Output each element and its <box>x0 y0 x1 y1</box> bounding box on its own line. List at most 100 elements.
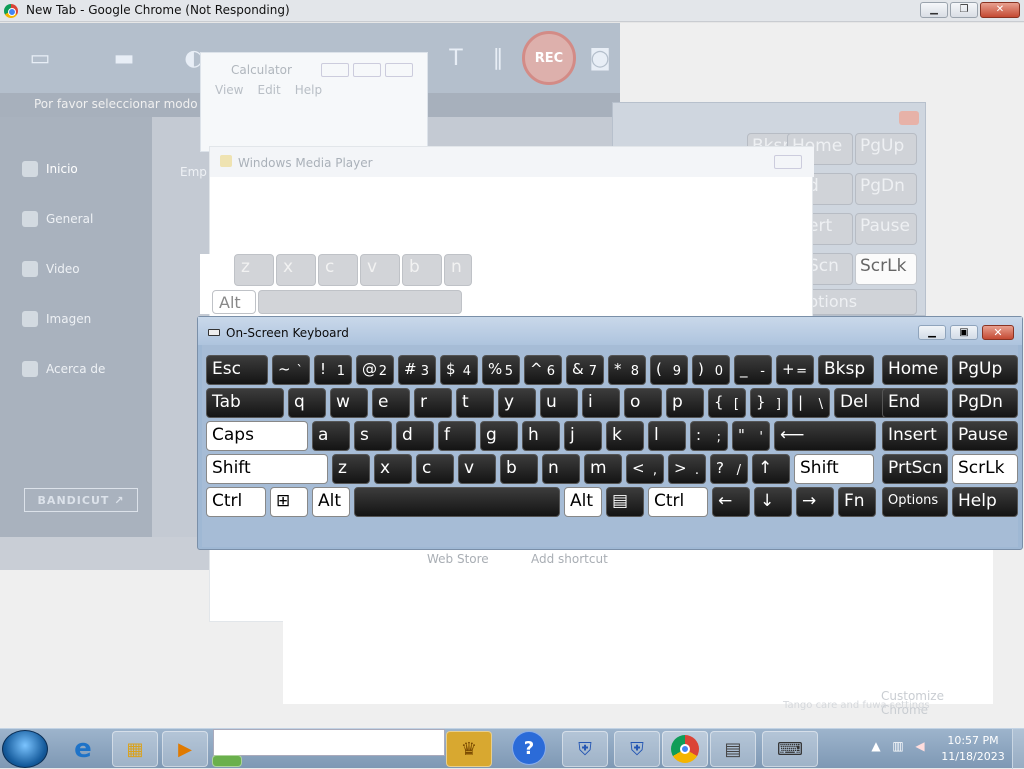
sidebar-item-acerca[interactable]: Acerca de <box>22 361 105 377</box>
camera-icon[interactable]: ◙ <box>574 33 626 83</box>
key-row1-0[interactable]: Esc <box>206 355 268 385</box>
key-row2-9[interactable]: o <box>624 388 662 418</box>
key-row5-8[interactable]: ↓ <box>754 487 792 517</box>
key-row1-8[interactable]: & 7 <box>566 355 604 385</box>
minimize-icon[interactable]: ▁ <box>918 325 946 340</box>
key-row4-11[interactable]: ↑ <box>752 454 790 484</box>
key-row4-13[interactable]: PrtScn <box>882 454 948 484</box>
key-row2-5[interactable]: t <box>456 388 494 418</box>
key-row1-3[interactable]: @2 <box>356 355 394 385</box>
key-row5-3[interactable] <box>354 487 560 517</box>
media-player-icon[interactable]: ▶ <box>162 731 208 767</box>
key-row1-14[interactable]: Bksp <box>818 355 874 385</box>
close-icon[interactable]: ✕ <box>980 2 1020 18</box>
key-row2-6[interactable]: y <box>498 388 536 418</box>
key-row1-4[interactable]: #3 <box>398 355 436 385</box>
key-row4-3[interactable]: c <box>416 454 454 484</box>
key-row3-2[interactable]: s <box>354 421 392 451</box>
key-row1-10[interactable]: (9 <box>650 355 688 385</box>
key-row3-4[interactable]: f <box>438 421 476 451</box>
key-row2-0[interactable]: Tab <box>206 388 284 418</box>
key-row5-2[interactable]: Alt <box>312 487 350 517</box>
key-row4-10[interactable]: ? / <box>710 454 748 484</box>
ie-icon[interactable]: e <box>60 731 106 767</box>
help-icon[interactable]: ? <box>512 731 546 765</box>
taskbar-search-box[interactable] <box>213 729 445 756</box>
key-row4-0[interactable]: Shift <box>206 454 328 484</box>
key-row3-11[interactable]: " ' <box>732 421 770 451</box>
key-row3-10[interactable]: :; <box>690 421 728 451</box>
key-row2-8[interactable]: i <box>582 388 620 418</box>
chrome-taskbar-icon[interactable] <box>662 731 708 767</box>
key-row2-7[interactable]: u <box>540 388 578 418</box>
key-row3-14[interactable]: Pause <box>952 421 1018 451</box>
minimize-icon[interactable]: ▁ <box>920 2 948 18</box>
key-row4-12[interactable]: Shift <box>794 454 874 484</box>
main-tab[interactable]: Emp <box>180 165 207 179</box>
key-row2-1[interactable]: q <box>288 388 326 418</box>
close-icon[interactable] <box>774 155 802 169</box>
key-row4-5[interactable]: b <box>500 454 538 484</box>
security-shield-icon[interactable]: ⛨ <box>562 731 608 767</box>
web-store-link[interactable]: Web Store <box>427 552 489 566</box>
key-row4-14[interactable]: ScrLk <box>952 454 1018 484</box>
add-shortcut-link[interactable]: Add shortcut <box>531 552 608 566</box>
tray-expand-icon[interactable]: ▲ <box>868 739 884 755</box>
calculator-taskbar-icon[interactable]: ▤ <box>710 731 756 767</box>
security-shield-icon-2[interactable]: ⛨ <box>614 731 660 767</box>
key-row5-12[interactable]: Help <box>952 487 1018 517</box>
osk-taskbar-icon[interactable]: ⌨ <box>762 731 818 767</box>
key-row4-8[interactable]: <, <box>626 454 664 484</box>
key-row5-11[interactable]: Options <box>882 487 948 517</box>
key-row5-7[interactable]: ← <box>712 487 750 517</box>
network-icon[interactable]: ▥ <box>890 739 906 755</box>
bandicut-button[interactable]: BANDICUT ↗ <box>24 488 138 512</box>
menu-edit[interactable]: Edit <box>257 83 280 97</box>
key-row1-12[interactable]: _ - <box>734 355 772 385</box>
key-row4-1[interactable]: z <box>332 454 370 484</box>
key-row3-12[interactable]: ⟵ <box>774 421 876 451</box>
key-row5-9[interactable]: → <box>796 487 834 517</box>
key-row5-5[interactable]: ▤ <box>606 487 644 517</box>
key-row2-13[interactable]: | \ <box>792 388 830 418</box>
key-row1-16[interactable]: PgUp <box>952 355 1018 385</box>
key-row3-7[interactable]: j <box>564 421 602 451</box>
key-row4-6[interactable]: n <box>542 454 580 484</box>
sidebar-item-imagen[interactable]: Imagen <box>22 311 91 327</box>
minimize-icon[interactable] <box>321 63 349 77</box>
key-row3-0[interactable]: Caps <box>206 421 308 451</box>
key-row4-9[interactable]: >. <box>668 454 706 484</box>
key-row1-13[interactable]: + = <box>776 355 814 385</box>
maximize-icon[interactable]: ▣ <box>950 325 978 340</box>
key-row5-6[interactable]: Ctrl <box>648 487 708 517</box>
key-row4-7[interactable]: m <box>584 454 622 484</box>
key-row5-0[interactable]: Ctrl <box>206 487 266 517</box>
key-row3-6[interactable]: h <box>522 421 560 451</box>
rec-button[interactable]: REC <box>522 31 576 85</box>
key-row5-4[interactable]: Alt <box>564 487 602 517</box>
key-row2-16[interactable]: PgDn <box>952 388 1018 418</box>
clock[interactable]: 10:57 PM 11/18/2023 <box>938 733 1008 765</box>
key-row1-2[interactable]: ! 1 <box>314 355 352 385</box>
key-row1-6[interactable]: % 5 <box>482 355 520 385</box>
key-row2-15[interactable]: End <box>882 388 948 418</box>
maximize-icon[interactable] <box>353 63 381 77</box>
close-icon[interactable]: ✕ <box>982 325 1014 340</box>
key-row1-15[interactable]: Home <box>882 355 948 385</box>
pause-icon[interactable]: ∥ <box>472 33 524 83</box>
key-row2-11[interactable]: {[ <box>708 388 746 418</box>
key-row3-3[interactable]: d <box>396 421 434 451</box>
key-row2-3[interactable]: e <box>372 388 410 418</box>
sidebar-item-general[interactable]: General <box>22 211 93 227</box>
key-row3-1[interactable]: a <box>312 421 350 451</box>
screen-rect-icon[interactable]: ▭ <box>14 33 66 83</box>
taskbar-app-icon[interactable] <box>212 755 242 767</box>
key-row3-5[interactable]: g <box>480 421 518 451</box>
key-row1-5[interactable]: $4 <box>440 355 478 385</box>
key-row3-13[interactable]: Insert <box>882 421 948 451</box>
key-row2-10[interactable]: p <box>666 388 704 418</box>
key-row5-10[interactable]: Fn <box>838 487 876 517</box>
sidebar-item-video[interactable]: Video <box>22 261 80 277</box>
key-row2-2[interactable]: w <box>330 388 368 418</box>
explorer-icon[interactable]: ▦ <box>112 731 158 767</box>
